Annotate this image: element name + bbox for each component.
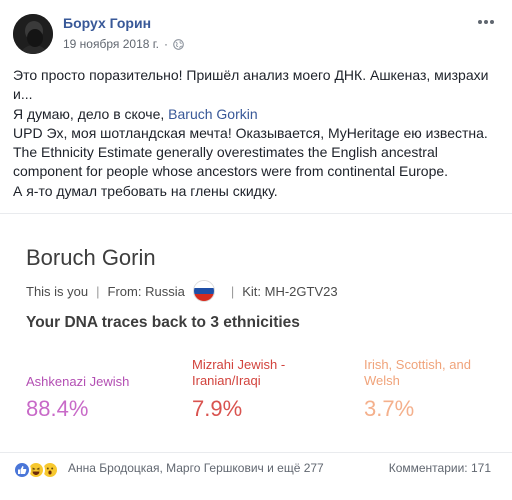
reactions-summary[interactable]	[13, 461, 59, 479]
dna-info-line: This is you | From: Russia | Kit: MH-2GT…	[26, 280, 338, 302]
ethnicity-label-mizrahi: Mizrahi Jewish - Iranian/Iraqi	[192, 357, 286, 388]
ethnicity-label-irish-scottish-welsh: Irish, Scottish, and Welsh	[364, 357, 471, 388]
kit-id-label: Kit: MH-2GTV23	[242, 283, 338, 299]
more-options-button[interactable]	[476, 14, 496, 30]
from-country-label: From: Russia	[107, 283, 185, 299]
comments-count[interactable]: Комментарии: 171	[389, 461, 491, 475]
flag-stripe-white	[193, 281, 214, 288]
post-line-3: UPD Эх, моя шотландская мечта! Оказывает…	[13, 124, 488, 180]
ethnicity-label-ashkenazi: Ashkenazi Jewish	[26, 374, 130, 389]
ethnicity-value-irish-scottish-welsh: 3.7%	[364, 396, 415, 421]
post-meta: 19 ноября 2018 г. ·	[63, 37, 184, 51]
dna-result-image[interactable]: Boruch Gorin This is you | From: Russia …	[0, 213, 512, 453]
post-footer: Анна Бродоцкая, Марго Гершкович и ещё 27…	[0, 453, 512, 483]
post-text: Это просто поразительно! Пришёл анализ м…	[13, 66, 503, 201]
ethnicity-value-mizrahi: 7.9%	[192, 396, 243, 421]
info-separator: |	[96, 283, 100, 299]
post-line-4: А я-то думал требовать на глены скидку.	[13, 182, 278, 199]
reaction-names[interactable]: Анна Бродоцкая, Марго Гершкович и ещё 27…	[68, 461, 324, 475]
globe-icon[interactable]	[173, 38, 184, 50]
this-is-you-label: This is you	[26, 283, 89, 299]
meta-separator: ·	[164, 37, 168, 51]
ellipsis-icon	[478, 20, 494, 24]
author-name[interactable]: Борух Горин	[63, 15, 151, 31]
avatar-image	[13, 14, 53, 54]
author-avatar[interactable]	[13, 14, 53, 54]
post-line-2-text: Я думаю, дело в скоче,	[13, 105, 169, 122]
tagged-person-link[interactable]: Baruch Gorkin	[168, 106, 257, 122]
russia-flag-icon	[192, 280, 215, 302]
ethnicity-value-ashkenazi: 88.4%	[26, 396, 89, 421]
post-date[interactable]: 19 ноября 2018 г.	[63, 37, 159, 51]
flag-stripe-blue	[193, 287, 214, 295]
like-icon	[13, 461, 31, 479]
info-separator: |	[230, 283, 235, 299]
dna-person-name: Boruch Gorin	[26, 245, 156, 270]
flag-stripe-red	[193, 294, 214, 301]
dna-traces-heading: Your DNA traces back to 3 ethnicities	[26, 314, 300, 331]
facebook-post: Борух Горин 19 ноября 2018 г. · Это прос…	[0, 0, 512, 500]
post-line-2: Я думаю, дело в скоче, Baruch Gorkin	[13, 105, 503, 124]
post-line-1: Это просто поразительно! Пришёл анализ м…	[13, 67, 489, 103]
